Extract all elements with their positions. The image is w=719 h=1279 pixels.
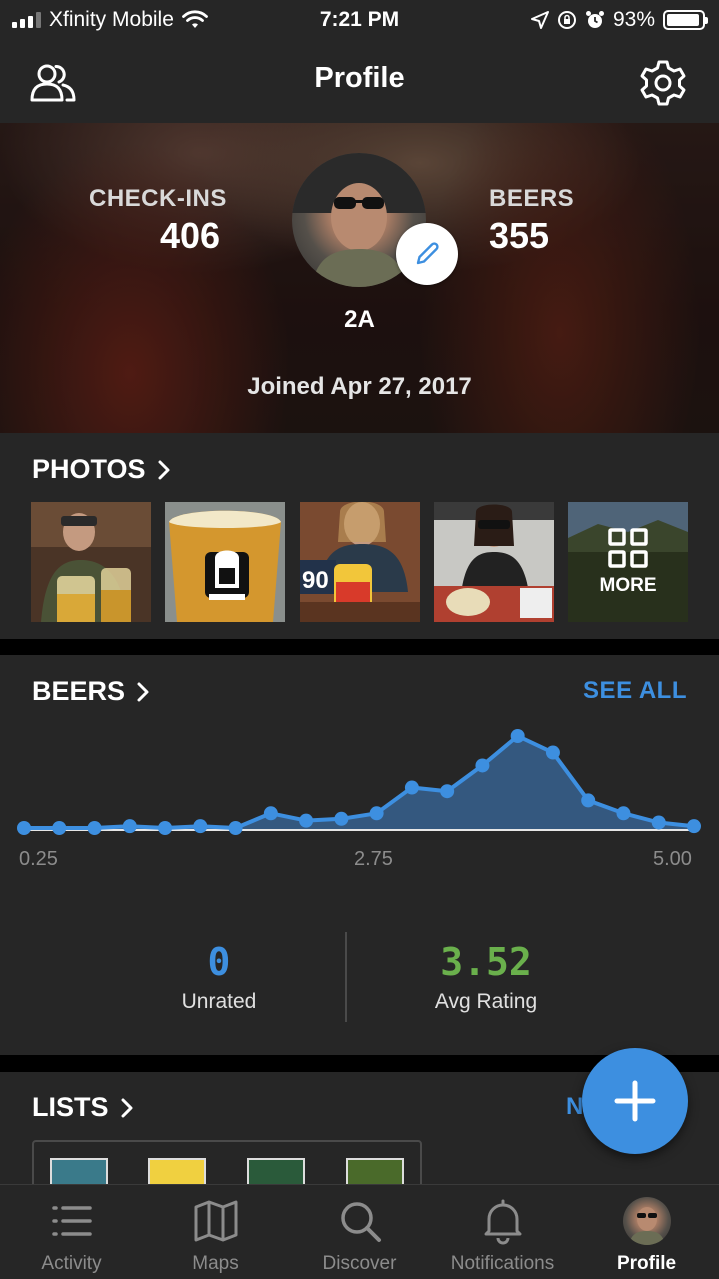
carrier-name: Xfinity Mobile <box>49 8 174 31</box>
new-list-link[interactable]: N <box>566 1093 583 1121</box>
chart-point <box>334 811 349 826</box>
battery-level <box>667 14 699 26</box>
page-title: Profile <box>314 62 405 94</box>
signal-icon <box>12 12 41 28</box>
rotation-lock-icon <box>557 11 576 29</box>
username: 2A <box>344 306 375 333</box>
tab-label: Profile <box>616 1253 677 1274</box>
battery-percent: 93% <box>612 8 655 31</box>
tab-label: Activity <box>41 1253 102 1274</box>
tab-activity[interactable]: Activity <box>0 1185 143 1279</box>
status-right: 93% <box>530 8 708 32</box>
woman-at-table-photo <box>434 502 554 622</box>
more-label: MORE <box>599 575 657 596</box>
chart-point <box>581 793 596 808</box>
tab-notifications[interactable]: Notifications <box>431 1185 574 1279</box>
profile-avatar <box>622 1197 671 1245</box>
photos-header[interactable]: PHOTOS <box>32 454 172 485</box>
status-left: Xfinity Mobile <box>12 8 208 32</box>
checkins-label: CHECK-INS <box>89 185 227 212</box>
chart-point <box>404 780 419 795</box>
add-checkin-button[interactable] <box>582 1048 688 1154</box>
plus-icon <box>614 1080 656 1122</box>
status-bar: Xfinity Mobile 7:21 PM 93% <box>0 0 719 40</box>
joined-date: Joined Apr 27, 2017 <box>247 373 472 400</box>
avg-rating-label: Avg Rating <box>434 990 538 1013</box>
woman-with-can-photo: 90 <box>300 502 420 622</box>
beers-header[interactable]: BEERS <box>32 676 151 707</box>
map-icon <box>194 1200 237 1242</box>
tab-label: Discover <box>322 1253 397 1274</box>
checkins-value[interactable]: 406 <box>160 215 220 257</box>
chart-point <box>475 758 490 773</box>
tab-bar: Activity Maps Discover Notifications Pro… <box>0 1184 719 1279</box>
avg-rating-stat: 3.52 Avg Rating <box>386 940 586 1014</box>
avg-rating-value: 3.52 <box>440 940 532 984</box>
stat-divider <box>345 932 347 1022</box>
chart-point <box>299 813 314 828</box>
photos-title: PHOTOS <box>32 454 146 484</box>
chart-point <box>263 806 278 821</box>
edit-profile-button[interactable] <box>396 223 458 285</box>
grid-icon <box>608 528 648 568</box>
unrated-label: Unrated <box>181 990 257 1013</box>
chevron-right-icon <box>121 1098 133 1117</box>
gear-icon[interactable] <box>638 58 688 108</box>
chart-point <box>616 806 631 821</box>
photo-thumbnail[interactable] <box>165 502 285 622</box>
beer-glass-photo <box>165 502 285 622</box>
chart-point <box>369 806 384 821</box>
photo-thumbnail[interactable]: 90 <box>300 502 420 622</box>
chart-point <box>228 821 243 835</box>
tab-label: Maps <box>192 1253 239 1274</box>
search-icon <box>340 1202 381 1242</box>
lists-header[interactable]: LISTS <box>32 1092 135 1123</box>
unrated-stat[interactable]: 0 Unrated <box>119 940 319 1014</box>
tab-label: Notifications <box>450 1253 555 1274</box>
chart-point <box>52 821 67 835</box>
unrated-value: 0 <box>207 940 231 984</box>
x-tick-label: 5.00 <box>653 848 692 870</box>
battery-icon <box>663 10 708 30</box>
chart-point <box>122 819 137 834</box>
nav-bar: Profile <box>0 40 719 123</box>
activity-list-icon <box>51 1206 92 1236</box>
profile-header: CHECK-INS 406 BEERS 355 2A Joined Apr 27… <box>0 123 719 433</box>
svg-text:90: 90 <box>302 567 329 594</box>
tab-maps[interactable]: Maps <box>144 1185 287 1279</box>
photo-thumbnail[interactable] <box>434 502 554 622</box>
beers-value[interactable]: 355 <box>489 215 549 257</box>
chevron-right-icon <box>137 682 149 701</box>
more-photos-button[interactable]: MORE <box>568 502 688 622</box>
chart-point <box>545 745 560 760</box>
chevron-right-icon <box>158 460 170 479</box>
tab-profile[interactable]: Profile <box>575 1185 718 1279</box>
location-arrow-icon <box>530 11 549 29</box>
tab-discover[interactable]: Discover <box>288 1185 431 1279</box>
rating-distribution-chart <box>17 729 701 835</box>
chart-point <box>17 821 31 835</box>
chart-point <box>193 819 208 834</box>
chart-point <box>87 821 102 835</box>
beers-label: BEERS <box>489 185 575 212</box>
bell-icon <box>484 1199 521 1245</box>
photo-thumbnail[interactable] <box>31 502 151 622</box>
x-tick-label: 2.75 <box>354 848 393 870</box>
chart-point <box>651 815 666 830</box>
alarm-icon <box>585 11 604 28</box>
x-tick-label: 0.25 <box>19 848 58 870</box>
wifi-icon <box>181 10 208 28</box>
chart-point <box>510 729 525 743</box>
chart-point <box>687 819 701 834</box>
see-all-beers-link[interactable]: SEE ALL <box>583 677 687 705</box>
chart-point <box>440 784 455 799</box>
beers-title: BEERS <box>32 676 126 706</box>
man-with-beer-photo <box>31 502 151 622</box>
pencil-icon <box>416 242 439 265</box>
lists-title: LISTS <box>32 1092 109 1122</box>
chart-point <box>158 821 173 835</box>
